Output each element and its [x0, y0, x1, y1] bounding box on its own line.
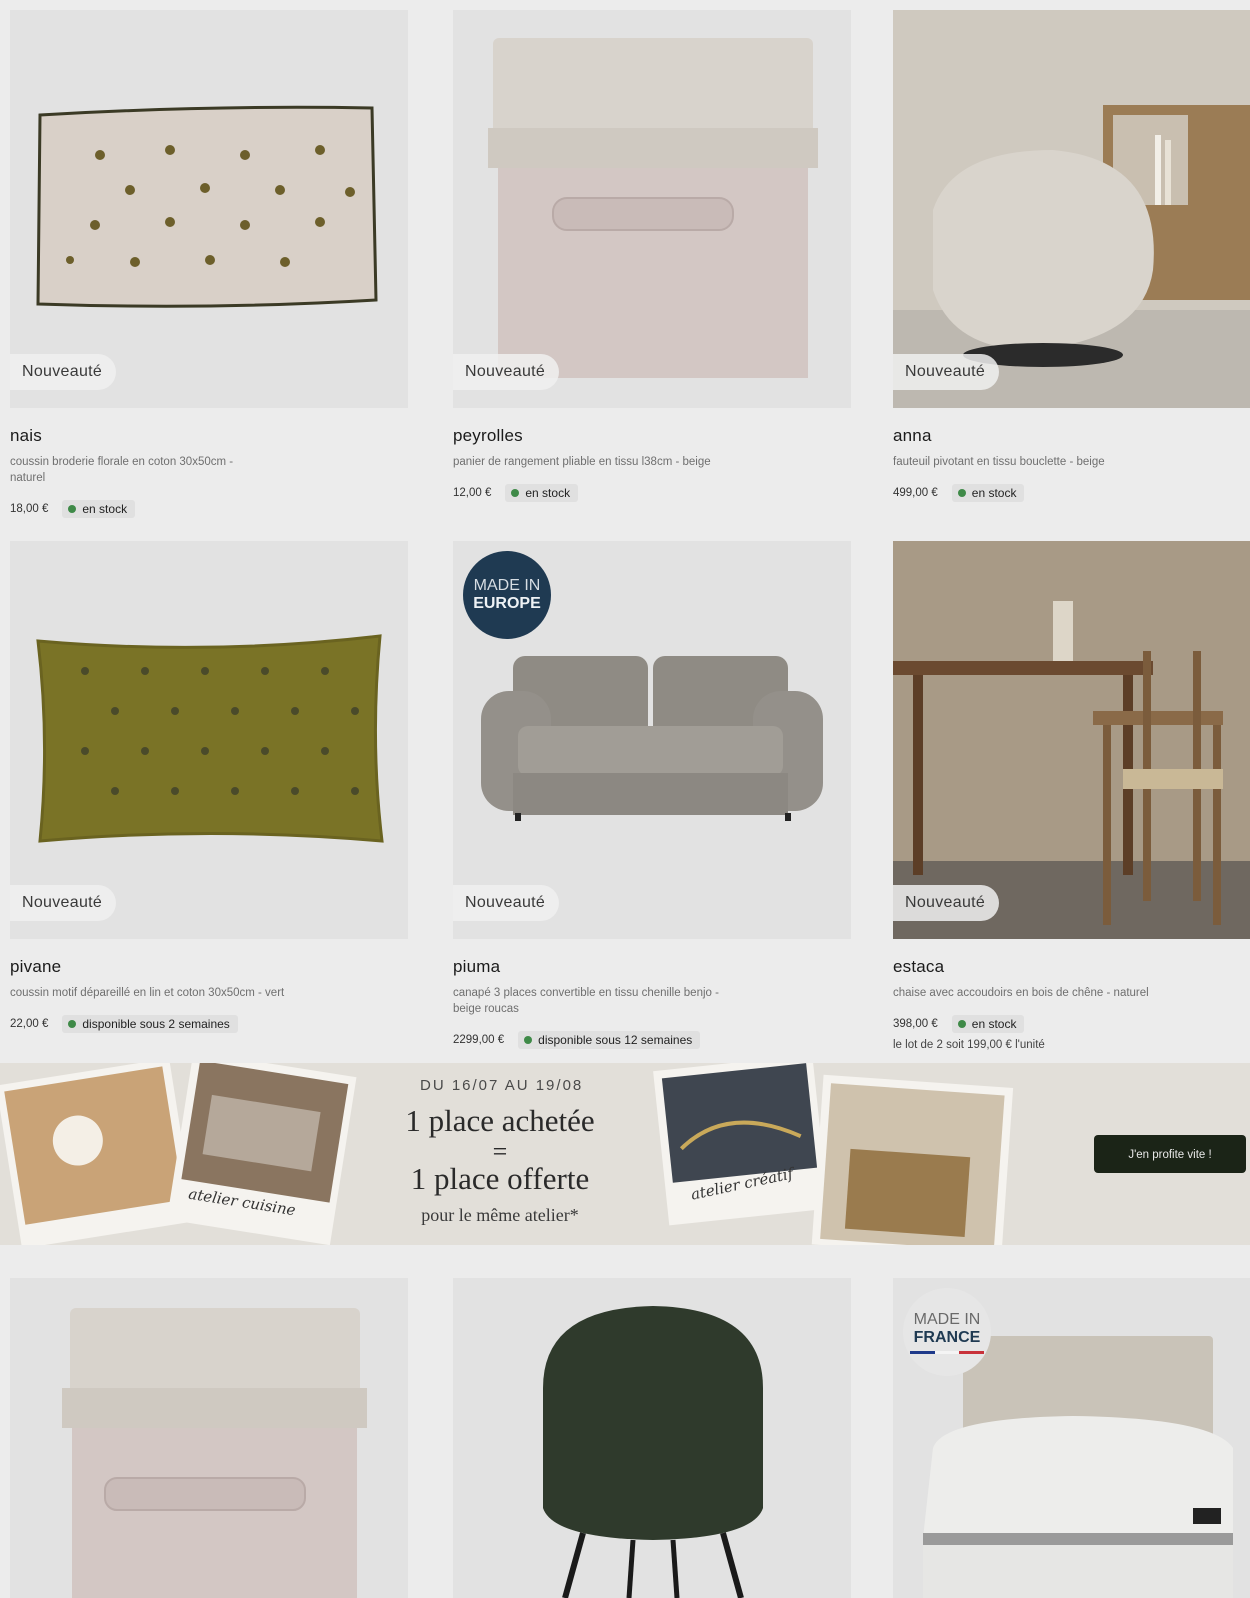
pillow-illustration: [36, 634, 384, 843]
product-name[interactable]: pivane: [10, 957, 408, 977]
product-image[interactable]: [10, 1278, 408, 1598]
product-card[interactable]: [10, 1278, 408, 1598]
product-card[interactable]: Nouveauté pivane coussin motif dépareill…: [10, 541, 408, 1033]
product-card[interactable]: MADE IN EUROPE Nouveauté piuma canapé 3 …: [453, 541, 851, 1049]
stock-dot-icon: [511, 489, 520, 497]
lot-price-note: le lot de 2 soit 199,00 € l'unité: [893, 1039, 1045, 1051]
made-in-europe-badge: MADE IN EUROPE: [463, 551, 551, 639]
product-card[interactable]: Nouveauté estaca chaise avec accoudoirs …: [893, 541, 1250, 1051]
new-badge: Nouveauté: [10, 354, 117, 390]
product-description: coussin motif dépareillé en lin et coton…: [10, 987, 285, 999]
product-image[interactable]: Nouveauté: [10, 10, 408, 408]
product-price: 499,00 €: [893, 487, 938, 499]
availability-badge: en stock: [951, 484, 1025, 502]
product-price: 398,00 €: [893, 1018, 938, 1030]
origin-line2: EUROPE: [473, 595, 541, 612]
french-flag-icon: [910, 1350, 985, 1354]
product-description: canapé 3 places convertible en tissu che…: [453, 987, 719, 1015]
product-image[interactable]: Nouveauté: [893, 10, 1250, 408]
availability-label: en stock: [971, 486, 1017, 500]
product-card[interactable]: Nouveauté peyrolles panier de rangement …: [453, 10, 851, 502]
product-image[interactable]: Nouveauté: [453, 10, 851, 408]
availability-label: en stock: [525, 486, 571, 500]
product-description: panier de rangement pliable en tissu l38…: [453, 456, 711, 468]
availability-label: disponible sous 12 semaines: [538, 1033, 693, 1047]
workshop-photos-illustration: [0, 1063, 1014, 1245]
new-badge: Nouveauté: [453, 885, 560, 921]
stock-dot-icon: [957, 1020, 966, 1028]
promo-cta-button[interactable]: J'en profite vite !: [1094, 1135, 1246, 1173]
promo-date: DU 16/07 AU 19/08: [420, 1077, 584, 1094]
chair-scene-illustration: [893, 541, 1250, 939]
stock-dot-icon: [524, 1036, 533, 1044]
product-price: 2299,00 €: [453, 1034, 505, 1046]
product-image[interactable]: MADE IN FRANCE: [893, 1278, 1250, 1598]
availability-badge: disponible sous 12 semaines: [518, 1031, 701, 1049]
product-name[interactable]: piuma: [453, 957, 851, 977]
availability-badge: en stock: [62, 500, 136, 518]
new-badge: Nouveauté: [893, 354, 1000, 390]
origin-line1: MADE IN: [473, 577, 541, 594]
product-name[interactable]: nais: [10, 426, 408, 446]
origin-line1: MADE IN: [913, 1310, 981, 1328]
product-price: 18,00 €: [10, 503, 49, 515]
promo-banner[interactable]: DU 16/07 AU 19/08 1 place achetée = 1 pl…: [0, 1063, 1250, 1245]
product-name[interactable]: anna: [893, 426, 1250, 446]
dark-chair-illustration: [543, 1306, 763, 1598]
availability-badge: en stock: [505, 484, 579, 502]
product-image[interactable]: Nouveauté: [10, 541, 408, 939]
stock-dot-icon: [68, 505, 77, 513]
availability-label: en stock: [82, 502, 128, 516]
promo-line3: pour le même atelier*: [421, 1205, 579, 1225]
product-name[interactable]: peyrolles: [453, 426, 851, 446]
stock-dot-icon: [957, 489, 966, 497]
product-description: chaise avec accoudoirs en bois de chêne …: [893, 987, 1149, 999]
new-badge: Nouveauté: [453, 354, 560, 390]
origin-line2: FRANCE: [913, 1328, 981, 1346]
promo-line2: 1 place offerte: [410, 1161, 590, 1196]
product-image[interactable]: [453, 1278, 851, 1598]
availability-badge: disponible sous 2 semaines: [62, 1015, 238, 1033]
new-badge: Nouveauté: [893, 885, 1000, 921]
availability-label: en stock: [971, 1017, 1017, 1031]
product-image[interactable]: MADE IN EUROPE Nouveauté: [453, 541, 851, 939]
availability-label: disponible sous 2 semaines: [82, 1017, 230, 1031]
product-card[interactable]: Nouveauté anna fauteuil pivotant en tiss…: [893, 10, 1250, 502]
promo-line1: 1 place achetée: [405, 1103, 595, 1138]
pillow-illustration: [36, 105, 378, 308]
made-in-france-badge: MADE IN FRANCE: [903, 1288, 991, 1376]
availability-badge: en stock: [951, 1015, 1025, 1033]
product-description: fauteuil pivotant en tissu bouclette - b…: [893, 456, 1105, 468]
product-card[interactable]: Nouveauté nais coussin broderie florale …: [10, 10, 408, 518]
product-description: coussin broderie florale en coton 30x50c…: [10, 456, 234, 484]
product-image[interactable]: Nouveauté: [893, 541, 1250, 939]
product-price: 12,00 €: [453, 487, 492, 499]
storage-basket-illustration: [488, 38, 818, 378]
stock-dot-icon: [68, 1020, 77, 1028]
storage-basket-illustration: [62, 1308, 367, 1598]
product-price: 22,00 €: [10, 1018, 49, 1030]
product-card[interactable]: [453, 1278, 851, 1598]
product-card[interactable]: MADE IN FRANCE: [893, 1278, 1250, 1598]
new-badge: Nouveauté: [10, 885, 117, 921]
product-name[interactable]: estaca: [893, 957, 1250, 977]
armchair-scene-illustration: [893, 10, 1250, 408]
